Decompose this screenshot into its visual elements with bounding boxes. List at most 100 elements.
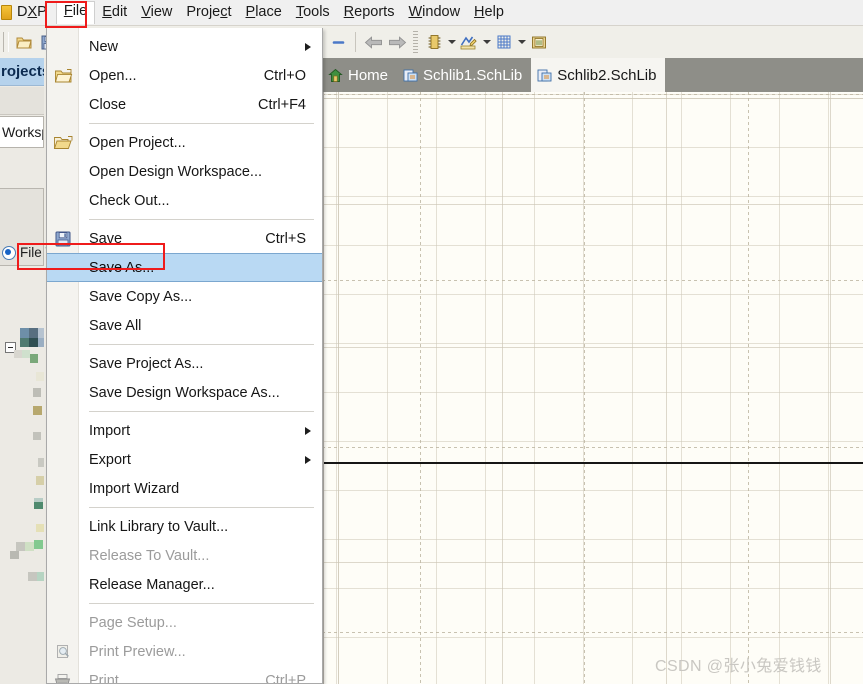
menu-item-check-out[interactable]: Check Out...	[47, 186, 322, 215]
menu-item-close[interactable]: Close Ctrl+F4	[47, 90, 322, 119]
menu-item-save-project-as[interactable]: Save Project As...	[47, 349, 322, 378]
tab-schlib2[interactable]: Schlib2.SchLib	[531, 58, 666, 92]
menu-item-save[interactable]: Save Ctrl+S	[47, 224, 322, 253]
file-view-group: File V	[0, 188, 55, 266]
library-icon[interactable]	[527, 30, 551, 54]
grid-icon[interactable]	[492, 30, 516, 54]
menu-edit[interactable]: Edit	[95, 2, 134, 24]
toolbar-dot-grip-2[interactable]	[413, 31, 419, 53]
menu-file[interactable]: File	[55, 1, 96, 24]
print-preview-icon	[51, 641, 75, 663]
canvas-grid-line	[322, 347, 863, 348]
tree-blur-block	[34, 540, 43, 549]
menu-view[interactable]: View	[134, 2, 179, 24]
menu-item-open[interactable]: Open... Ctrl+O	[47, 61, 322, 90]
tree-blur-block	[37, 572, 44, 581]
menu-item-save-as-label: Save As...	[89, 259, 155, 276]
canvas-dashed-grid-line	[748, 92, 749, 684]
workspace-field[interactable]: Worksp	[0, 116, 44, 148]
tree-blur-block	[20, 328, 29, 338]
menu-item-print-label: Print...	[89, 672, 131, 684]
menu-item-page-setup-label: Page Setup...	[89, 614, 177, 631]
file-view-radio-icon[interactable]	[2, 245, 16, 260]
submenu-arrow-icon	[305, 455, 311, 464]
menu-item-release-to-vault: Release To Vault...	[47, 541, 322, 570]
dxp-logo-icon	[1, 5, 12, 20]
tab-home[interactable]: Home	[322, 58, 397, 92]
tree-blur-block	[29, 328, 38, 338]
menu-project[interactable]: Project	[179, 2, 238, 24]
canvas-grid-line	[338, 92, 339, 684]
home-icon	[328, 68, 343, 83]
menu-item-import-wizard-label: Import Wizard	[89, 480, 180, 497]
menu-item-open-label: Open...	[89, 67, 137, 84]
project-tree[interactable]	[0, 328, 44, 628]
canvas-dashed-grid-line	[322, 94, 863, 95]
menu-item-import[interactable]: Import	[47, 416, 322, 445]
tree-blur-block	[14, 350, 22, 358]
tree-blur-block	[20, 338, 29, 347]
menu-item-save-copy-as[interactable]: Save Copy As...	[47, 282, 322, 311]
component-icon[interactable]	[422, 30, 446, 54]
menu-item-save-design-workspace-as[interactable]: Save Design Workspace As...	[47, 378, 322, 407]
menu-item-open-design-workspace[interactable]: Open Design Workspace...	[47, 157, 322, 186]
tree-blur-block	[16, 542, 25, 551]
menu-item-close-label: Close	[89, 96, 127, 113]
menu-item-page-setup: Page Setup...	[47, 608, 322, 637]
menu-item-release-manager-label: Release Manager...	[89, 576, 215, 593]
grid-chevron-down-icon[interactable]	[516, 30, 527, 54]
menu-help[interactable]: Help	[467, 2, 511, 24]
menu-item-check-out-label: Check Out...	[89, 192, 170, 209]
menu-item-new[interactable]: New	[47, 32, 322, 61]
tree-blur-block	[33, 406, 42, 415]
drawing-tools-icon[interactable]	[457, 30, 481, 54]
drawing-tools-chevron-down-icon[interactable]	[481, 30, 492, 54]
menu-tools[interactable]: Tools	[289, 2, 337, 24]
menu-item-open-design-workspace-label: Open Design Workspace...	[89, 163, 263, 180]
file-dropdown-menu[interactable]: New Open... Ctrl+O Close Ctrl+F4 Open Pr…	[46, 28, 323, 684]
menu-item-save-design-workspace-as-label: Save Design Workspace As...	[89, 384, 280, 401]
tree-blur-block	[38, 338, 44, 347]
tab-home-label: Home	[348, 66, 389, 84]
menu-dxp[interactable]: DXP	[15, 2, 56, 24]
component-chevron-down-icon[interactable]	[446, 30, 457, 54]
toolbar-separator-4	[355, 32, 357, 52]
menu-item-save-copy-as-label: Save Copy As...	[89, 288, 193, 305]
tree-blur-block	[34, 498, 43, 502]
document-tab-bar: Home Schlib1.SchLib Schlib2.SchLib	[322, 58, 863, 92]
menu-item-import-wizard[interactable]: Import Wizard	[47, 474, 322, 503]
tab-schlib1-label: Schlib1.SchLib	[423, 66, 523, 84]
menu-item-save-all-label: Save All	[89, 317, 142, 334]
canvas-dashed-grid-line	[420, 92, 421, 684]
menu-item-save-as[interactable]: Save As...	[47, 253, 322, 282]
projects-panel-title: rojects	[0, 58, 44, 86]
forward-arrow-icon[interactable]	[385, 30, 409, 54]
zoom-out-icon[interactable]	[326, 30, 350, 54]
menu-reports[interactable]: Reports	[337, 2, 402, 24]
menu-place[interactable]: Place	[239, 2, 289, 24]
menu-item-save-label: Save	[89, 230, 123, 247]
menu-item-print-preview: Print Preview...	[47, 637, 322, 666]
open-folder-icon	[51, 65, 75, 87]
menu-item-save-all[interactable]: Save All	[47, 311, 322, 340]
menu-window[interactable]: Window	[401, 2, 467, 24]
menu-item-link-library-to-vault[interactable]: Link Library to Vault...	[47, 512, 322, 541]
toolbar-grip[interactable]	[3, 32, 9, 52]
open-project-icon	[51, 132, 75, 154]
back-arrow-icon[interactable]	[361, 30, 385, 54]
canvas-dashed-grid-line	[322, 280, 863, 281]
menu-item-open-project[interactable]: Open Project...	[47, 128, 322, 157]
tree-blur-block	[22, 350, 30, 358]
menu-separator	[89, 411, 314, 412]
menu-item-release-manager[interactable]: Release Manager...	[47, 570, 322, 599]
tab-schlib1[interactable]: Schlib1.SchLib	[397, 58, 531, 92]
canvas-grid-line	[322, 204, 863, 205]
projects-panel-subbar	[0, 87, 44, 115]
open-folder-toolbar-icon[interactable]	[12, 30, 36, 54]
menu-item-save-shortcut: Ctrl+S	[265, 230, 306, 247]
menu-item-close-shortcut: Ctrl+F4	[258, 96, 306, 113]
menu-item-export[interactable]: Export	[47, 445, 322, 474]
menu-separator	[89, 507, 314, 508]
sheet-boundary-line	[322, 462, 863, 464]
schematic-library-canvas[interactable]	[322, 92, 863, 684]
